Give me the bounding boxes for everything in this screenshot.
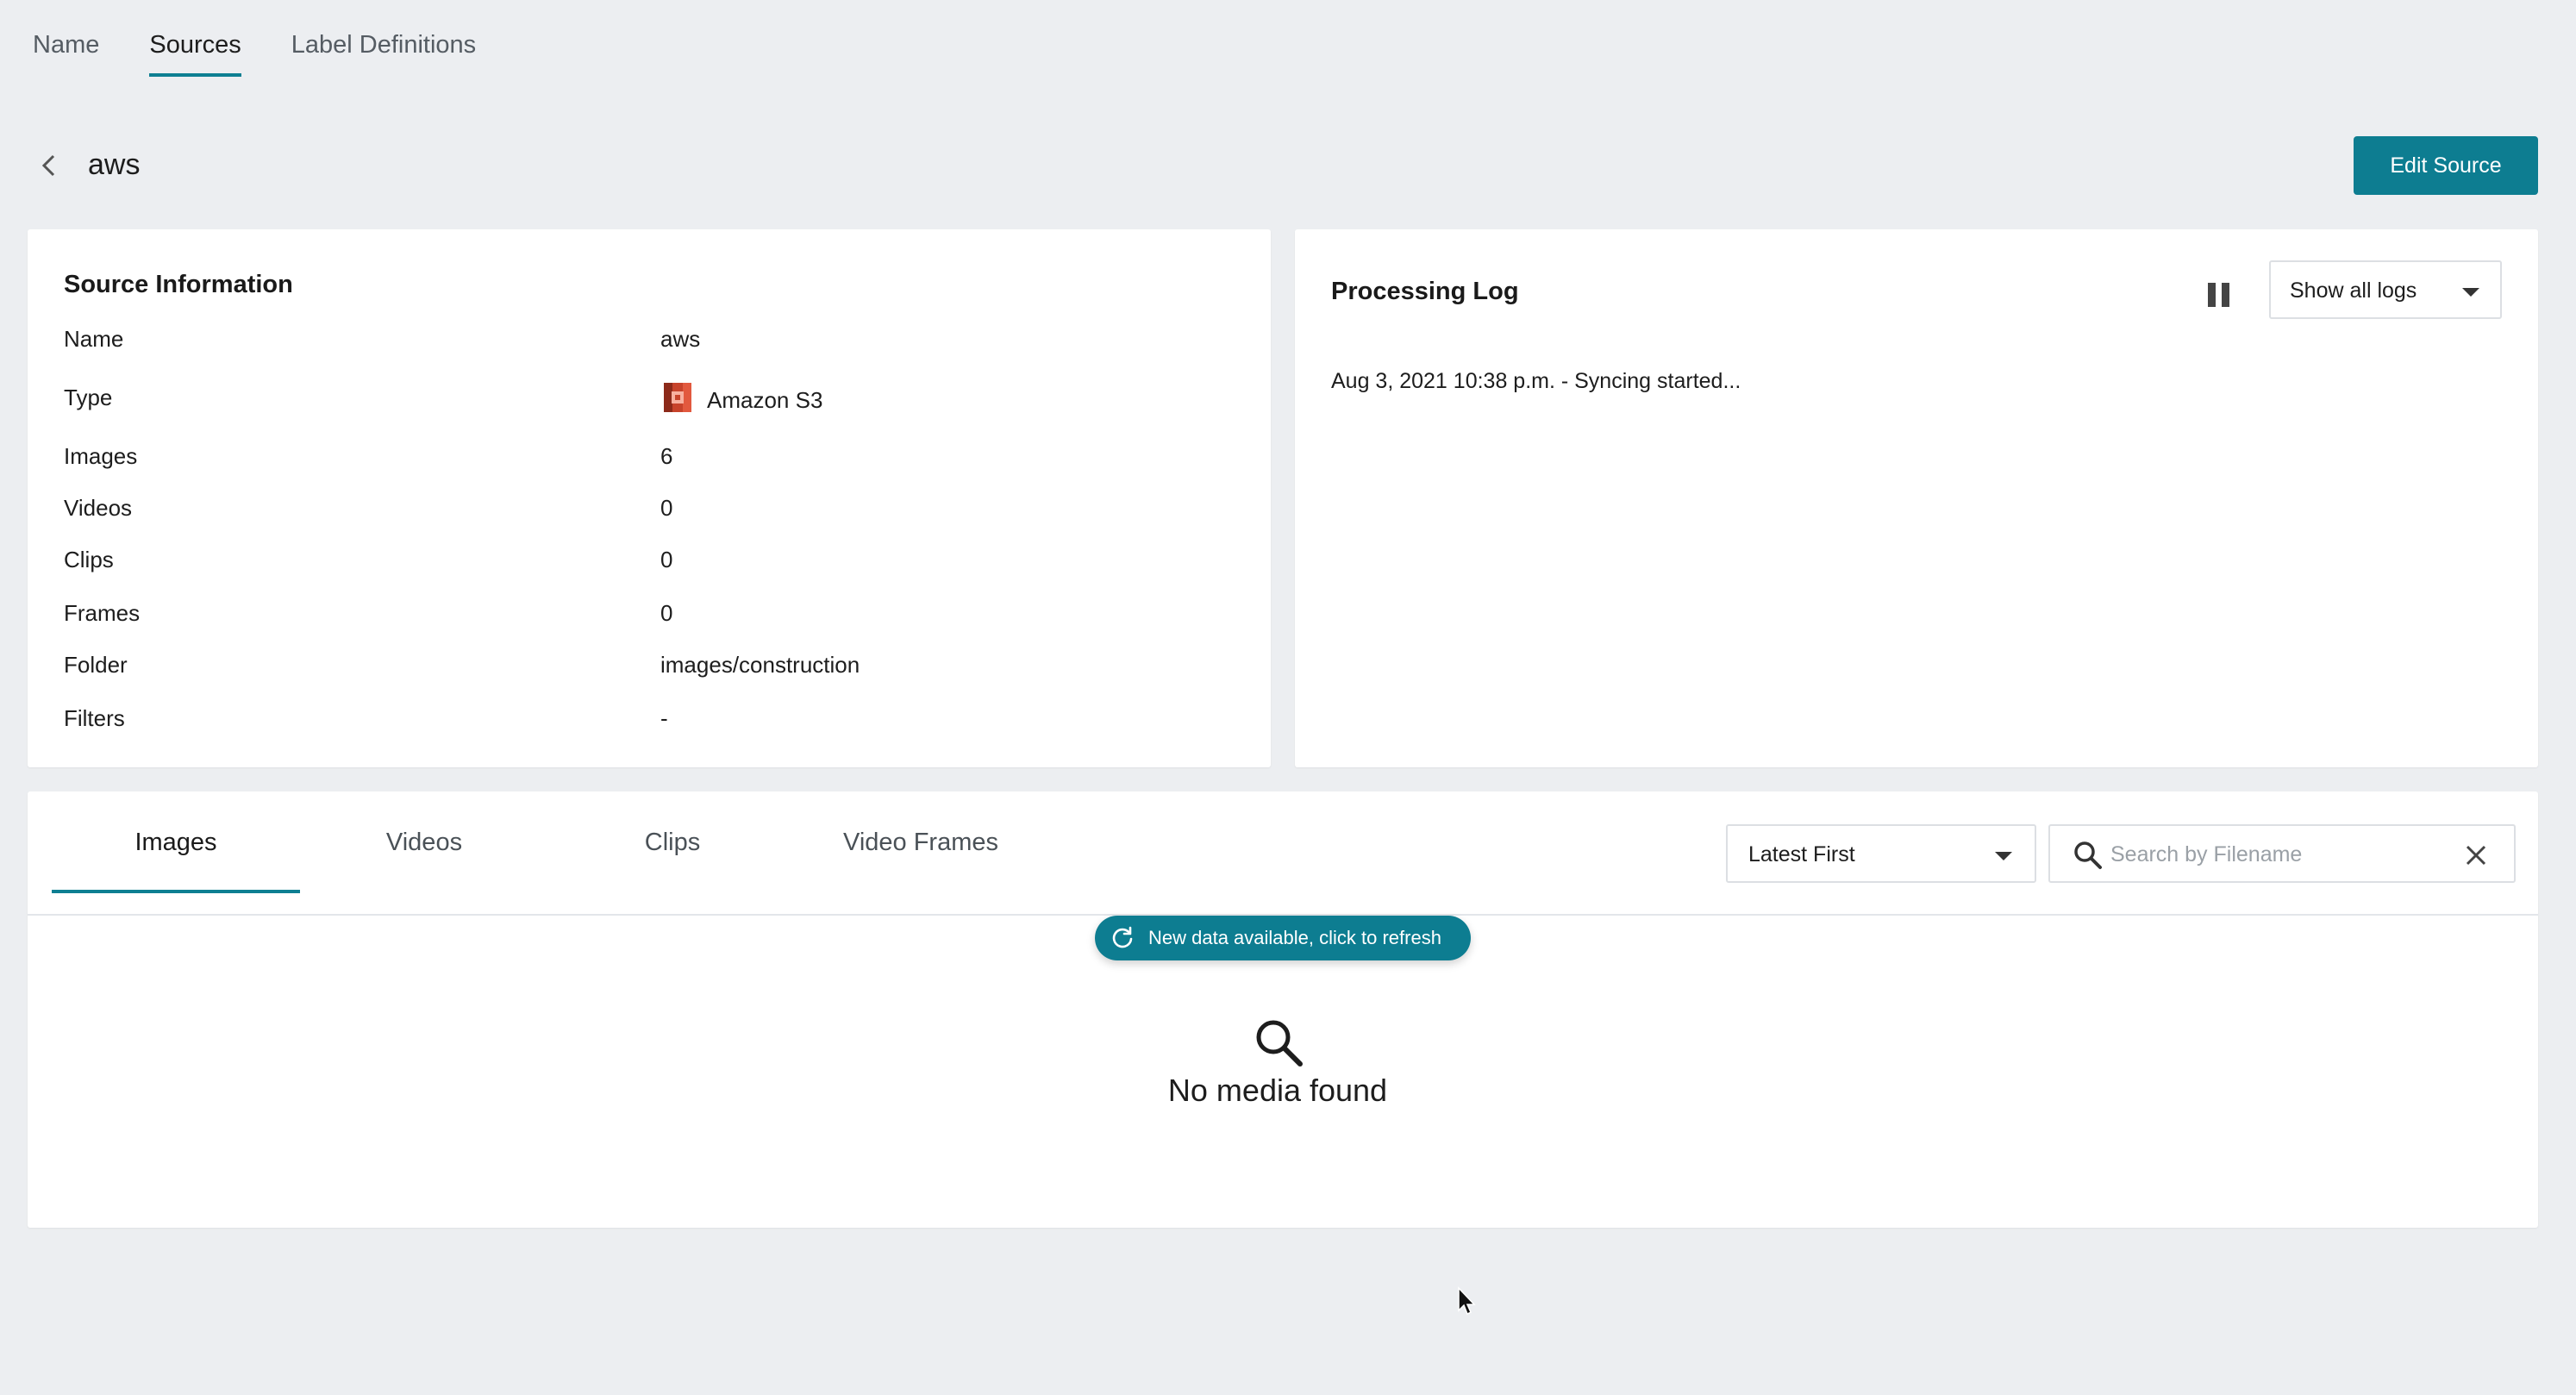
refresh-notice-button[interactable]: New data available, click to refresh <box>1095 916 1471 960</box>
tab-label-definitions[interactable]: Label Definitions <box>291 31 476 77</box>
info-label: Images <box>64 443 138 469</box>
search-box <box>2048 824 2516 883</box>
info-value: images/construction <box>660 652 860 678</box>
info-value: aws <box>660 326 701 352</box>
search-input[interactable] <box>2110 836 2455 873</box>
processing-log-title: Processing Log <box>1331 278 1519 305</box>
chevron-left-icon[interactable] <box>38 153 60 178</box>
empty-state-message: No media found <box>1167 1073 1388 1108</box>
info-row-type: Type Amazon S3 <box>64 383 1254 419</box>
info-row-images: Images 6 <box>64 443 1254 478</box>
info-label: Frames <box>64 600 141 626</box>
info-row-name: Name aws <box>64 326 1254 360</box>
media-card: Images Videos Clips Video Frames Latest … <box>28 791 2538 1228</box>
tab-clips[interactable]: Clips <box>548 791 797 893</box>
info-label: Clips <box>64 547 114 572</box>
top-tab-bar: Name Sources Label Definitions <box>33 31 476 77</box>
search-icon <box>2074 841 2102 869</box>
tab-sources[interactable]: Sources <box>149 31 242 77</box>
log-filter-dropdown[interactable]: Show all logs <box>2269 260 2502 319</box>
info-row-videos: Videos 0 <box>64 495 1254 529</box>
info-label: Name <box>64 326 124 352</box>
info-value: 6 <box>660 443 673 469</box>
amazon-s3-icon <box>664 383 691 412</box>
sort-dropdown[interactable]: Latest First <box>1726 824 2036 883</box>
chevron-down-icon <box>1995 852 2012 860</box>
close-icon[interactable] <box>2462 841 2490 869</box>
source-detail-page: Name Sources Label Definitions aws Edit … <box>0 0 2576 1395</box>
tab-images[interactable]: Images <box>52 791 300 893</box>
source-information-card: Source Information Name aws Type Amazon … <box>28 229 1271 767</box>
sort-value: Latest First <box>1748 842 1855 866</box>
info-value: - <box>660 705 668 731</box>
info-label: Filters <box>64 705 125 731</box>
tab-videos[interactable]: Videos <box>300 791 548 893</box>
search-icon <box>1256 1020 1303 1067</box>
info-value: 0 <box>660 495 673 521</box>
log-entry: Aug 3, 2021 10:38 p.m. - Syncing started… <box>1331 369 1741 393</box>
info-row-clips: Clips 0 <box>64 547 1254 581</box>
info-label: Type <box>64 385 113 410</box>
refresh-notice-text: New data available, click to refresh <box>1148 927 1441 948</box>
media-tab-bar: Images Videos Clips Video Frames <box>52 791 1052 893</box>
page-title: aws <box>88 148 141 181</box>
tab-name[interactable]: Name <box>33 31 99 77</box>
info-label: Videos <box>64 495 133 521</box>
info-row-folder: Folder images/construction <box>64 652 1254 686</box>
info-value: 0 <box>660 547 673 572</box>
info-value: Amazon S3 <box>660 383 822 416</box>
processing-log-card: Processing Log Show all logs Aug 3, 2021… <box>1295 229 2538 767</box>
chevron-down-icon <box>2462 288 2479 297</box>
info-label: Folder <box>64 652 128 678</box>
mouse-cursor-icon <box>1458 1286 1476 1316</box>
source-information-title: Source Information <box>64 271 293 298</box>
info-row-frames: Frames 0 <box>64 600 1254 635</box>
info-row-filters: Filters - <box>64 705 1254 740</box>
log-filter-value: Show all logs <box>2290 278 2417 303</box>
edit-source-button[interactable]: Edit Source <box>2354 136 2538 195</box>
tab-video-frames[interactable]: Video Frames <box>797 791 1045 893</box>
refresh-icon <box>1112 926 1133 948</box>
pause-icon[interactable] <box>2204 278 2235 309</box>
info-value: 0 <box>660 600 673 626</box>
